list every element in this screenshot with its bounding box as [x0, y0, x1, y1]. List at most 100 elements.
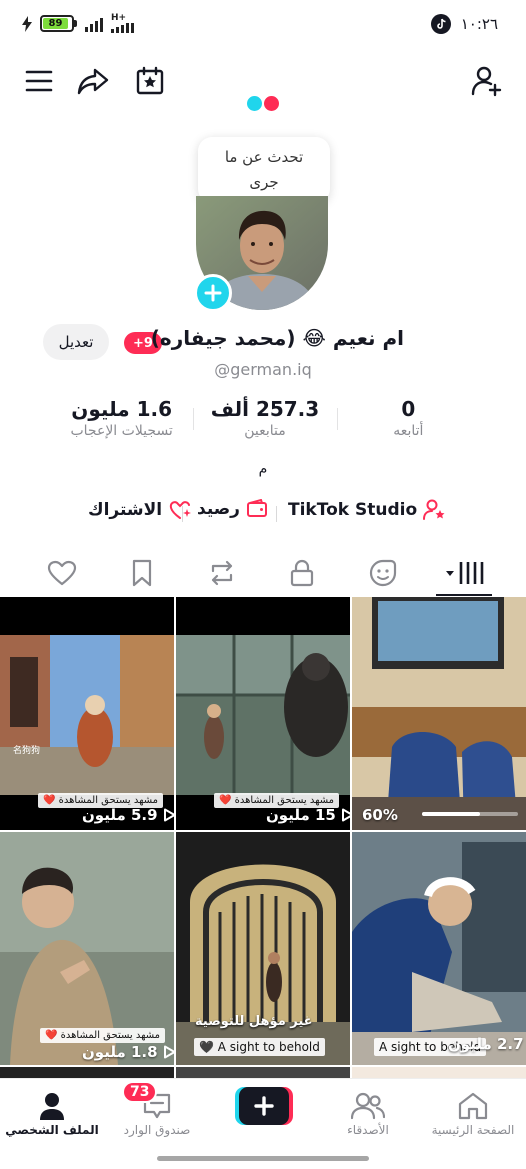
video-thumbnail[interactable]: غير مؤهل للتوصية A sight to behold 🖤	[176, 832, 350, 1065]
video-views: 5.9 مليون	[82, 806, 174, 824]
followers-label: متابعين	[244, 423, 286, 439]
video-tag: مشهد يستحق المشاهدة ❤️	[40, 1028, 165, 1043]
tab-stickers[interactable]	[353, 550, 413, 596]
create-button[interactable]	[235, 1087, 293, 1125]
stats-row: 1.6 مليون تسجيلات الإعجاب 257.3 ألف متاب…	[50, 396, 480, 446]
video-thumbnail-partial[interactable]	[0, 1067, 174, 1078]
video-caption: A sight to behold 🖤	[194, 1038, 325, 1056]
followers-stat[interactable]: 257.3 ألف متابعين	[193, 396, 336, 446]
grid-view-icon	[446, 562, 484, 584]
studio-label: TikTok Studio	[288, 500, 418, 520]
tab-private[interactable]	[272, 550, 332, 596]
studio-link[interactable]: TikTok Studio	[288, 499, 447, 521]
signal-icon	[85, 16, 103, 32]
friends-icon	[351, 1092, 385, 1120]
sticker-icon	[369, 559, 397, 587]
create-plus-icon	[235, 1087, 293, 1125]
video-tag: غير مؤهل للتوصية	[195, 1014, 313, 1029]
subscription-link[interactable]: الاشتراك	[88, 499, 192, 521]
subscription-label: الاشتراك	[88, 500, 163, 520]
lock-icon	[290, 559, 314, 587]
video-views: 15 مليون	[266, 806, 350, 824]
likes-label: تسجيلات الإعجاب	[70, 423, 173, 439]
battery-icon: 89	[40, 15, 77, 33]
play-icon	[163, 808, 174, 822]
tab-grid[interactable]	[434, 550, 494, 596]
nav-profile[interactable]: الملف الشخصي	[2, 1089, 102, 1137]
username: @german.iq	[214, 360, 312, 379]
likes-count: 1.6 مليون	[71, 397, 173, 421]
calendar-star-icon[interactable]	[133, 64, 167, 98]
balance-label: رصيد	[197, 499, 240, 519]
status-left: 89 H+	[22, 14, 134, 33]
watch-progress-bar	[422, 812, 518, 816]
bubble-line-2: جرى	[249, 173, 279, 191]
video-grid: 名狗狗 مشهد يستحق المشاهدة ❤️ 5.9 مليون مشه…	[0, 597, 526, 1078]
play-icon	[163, 1045, 174, 1059]
watch-progress-fill	[422, 812, 480, 816]
following-stat[interactable]: 0 أتابعه	[336, 396, 480, 446]
status-right: ١٠:٢٦	[430, 14, 498, 34]
status-bar: 89 H+ ١٠:٢٦	[0, 0, 526, 52]
nav-friends[interactable]: الأصدقاء	[318, 1089, 418, 1137]
edit-profile-button[interactable]: تعديل	[43, 324, 109, 360]
clock: ١٠:٢٦	[460, 15, 498, 33]
video-thumbnail[interactable]: 名狗狗 مشهد يستحق المشاهدة ❤️ 5.9 مليون	[0, 597, 174, 830]
display-name: ام نعيم 😂 (محمد جيفاره)	[150, 326, 404, 350]
status-bubble[interactable]: تحدث عن ما جرى	[198, 137, 330, 203]
following-label: أتابعه	[393, 423, 424, 439]
tab-reposts[interactable]	[192, 550, 252, 596]
tiktok-notification-icon	[430, 14, 451, 34]
video-views-count: 2.7 مليون	[448, 1035, 524, 1053]
tab-liked[interactable]	[32, 550, 92, 596]
video-thumbnail-partial[interactable]	[176, 1067, 350, 1078]
video-thumbnail-partial[interactable]	[352, 1067, 526, 1078]
video-thumbnail[interactable]: مشهد يستحق المشاهدة ❤️ 1.8 مليون	[0, 832, 174, 1065]
video-thumbnail[interactable]: A sight to behold 2.7 مليون	[352, 832, 526, 1065]
nav-home[interactable]: الصفحة الرئيسية	[423, 1089, 523, 1137]
video-thumbnail[interactable]: مشهد يستحق المشاهدة ❤️ 15 مليون	[176, 597, 350, 830]
video-thumbnail[interactable]: 60%	[352, 597, 526, 830]
nav-profile-label: الملف الشخصي	[5, 1123, 99, 1137]
inbox-badge: 73	[122, 1081, 158, 1103]
video-views-count: 5.9 مليون	[82, 806, 158, 824]
video-views: 1.8 مليون	[82, 1043, 174, 1061]
active-tab-indicator	[436, 594, 492, 596]
video-views: 60%	[362, 806, 398, 824]
name-row: تعديل +9 ام نعيم 😂 (محمد جيفاره)	[0, 322, 526, 360]
share-arrow-icon[interactable]	[76, 64, 110, 98]
links-row: الاشتراك رصيد TikTok Studio	[0, 499, 526, 529]
plus-icon	[204, 284, 222, 302]
charging-icon	[22, 15, 32, 32]
bubble-line-1: تحدث عن ما	[224, 148, 304, 166]
add-person-icon[interactable]	[470, 64, 504, 98]
video-overlay-text: 名狗狗	[13, 746, 41, 756]
video-progress-percent: 60%	[362, 806, 398, 824]
play-icon	[341, 808, 350, 822]
nav-friends-label: الأصدقاء	[347, 1123, 389, 1137]
tiktok-brand-dots	[247, 96, 279, 111]
balance-link[interactable]: رصيد	[197, 499, 268, 519]
following-count: 0	[401, 397, 416, 421]
link-separator	[276, 506, 277, 522]
wallet-icon	[246, 499, 267, 517]
tab-saved[interactable]	[112, 550, 172, 596]
link-separator	[182, 506, 183, 522]
person-star-icon	[423, 499, 445, 520]
hamburger-menu-icon[interactable]	[22, 64, 56, 98]
battery-level: 89	[43, 18, 68, 29]
video-views-count: 1.8 مليون	[82, 1043, 158, 1061]
add-avatar-button[interactable]	[194, 274, 232, 312]
profile-icon	[40, 1093, 64, 1120]
likes-stat[interactable]: 1.6 مليون تسجيلات الإعجاب	[50, 396, 193, 446]
video-views-count: 15 مليون	[266, 806, 336, 824]
nav-home-label: الصفحة الرئيسية	[431, 1123, 515, 1137]
network-type: H+	[111, 13, 127, 23]
video-views: 2.7 مليون	[448, 1035, 526, 1053]
bio: م	[258, 461, 268, 477]
nav-inbox-label: صندوق الوارد	[123, 1123, 191, 1137]
followers-count: 257.3 ألف	[210, 397, 320, 421]
home-icon	[458, 1092, 488, 1120]
heart-icon	[47, 560, 77, 586]
profile-tabs	[0, 550, 526, 598]
